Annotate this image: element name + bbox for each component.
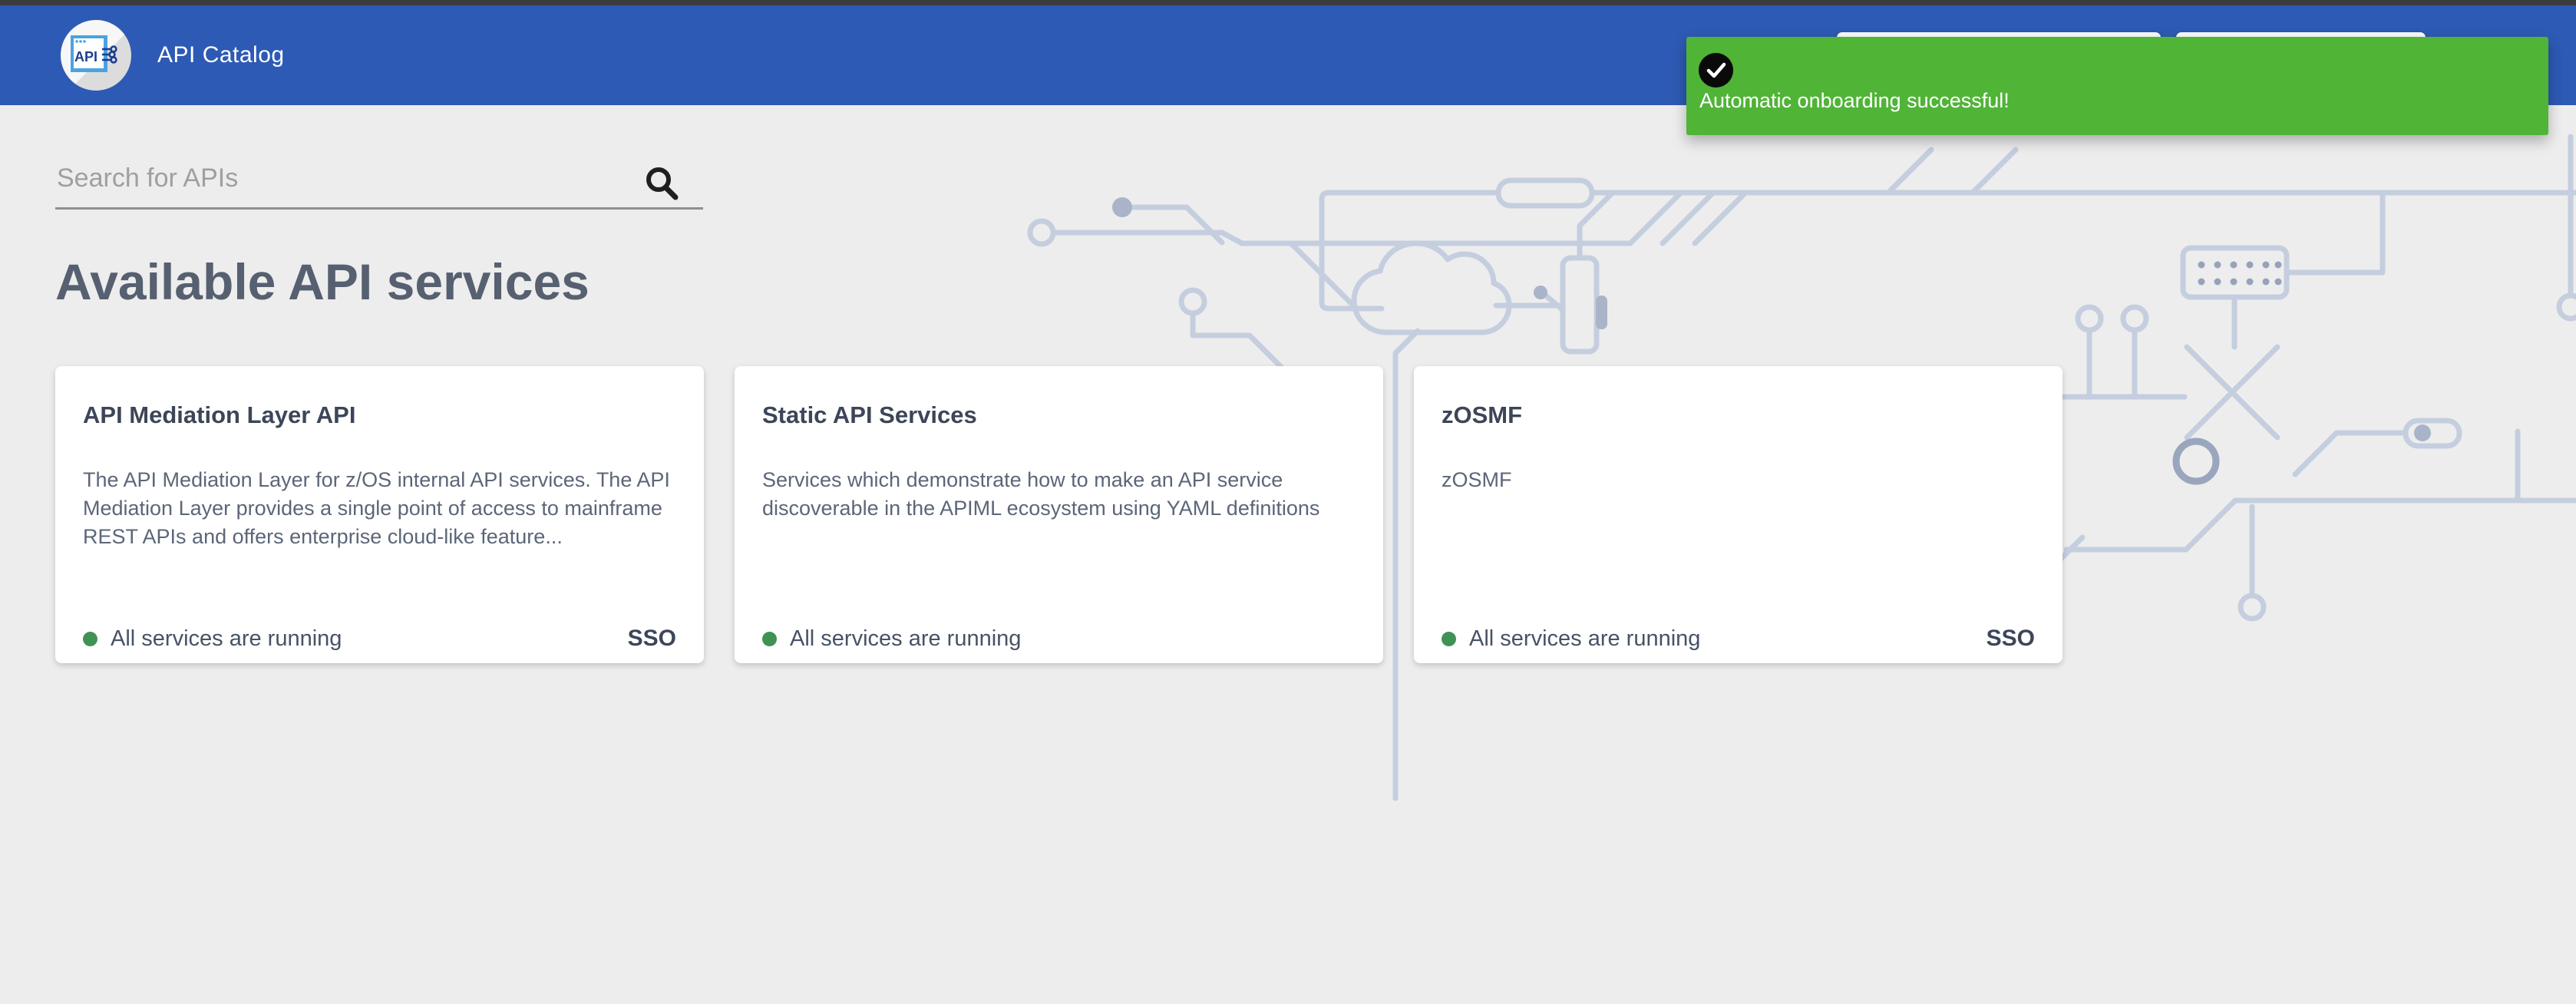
toast-message: Automatic onboarding successful! [1699,89,2010,112]
status-ok-dot [762,631,777,646]
api-catalog-logo: API [61,20,131,91]
search-input[interactable] [55,159,703,210]
search-icon[interactable] [642,163,682,203]
service-card-static-api-services[interactable]: Static API Services Services which demon… [735,366,1383,663]
service-card-zosmf[interactable]: zOSMF zOSMF All services are running SSO [1414,366,2062,663]
status-ok-dot [1442,631,1456,646]
card-title: Static API Services [762,401,977,428]
card-footer: All services are running [762,623,1356,654]
status-text: All services are running [111,626,342,651]
card-description: The API Mediation Layer for z/OS interna… [83,468,670,548]
sso-badge: SSO [1986,626,2035,651]
card-footer: All services are running SSO [83,623,676,654]
api-window-icon: API [71,35,117,72]
window-top-strip [0,0,2576,5]
service-card-api-mediation-layer[interactable]: API Mediation Layer API The API Mediatio… [55,366,704,663]
card-description: zOSMF [1442,468,1512,491]
search-field [55,159,703,210]
app-title: API Catalog [157,42,285,68]
page-title: Available API services [55,253,590,310]
service-cards-row: API Mediation Layer API The API Mediatio… [55,366,2576,663]
card-title: API Mediation Layer API [83,401,356,428]
card-footer: All services are running SSO [1442,623,2035,654]
status-ok-dot [83,631,97,646]
success-toast: Automatic onboarding successful! [1686,37,2548,135]
status-text: All services are running [790,626,1022,651]
check-circle-icon [1699,53,1733,88]
main-content: Available API services API Mediation Lay… [0,159,2576,663]
sso-badge: SSO [627,626,676,651]
card-description: Services which demonstrate how to make a… [762,468,1320,520]
svg-text:API: API [74,49,97,64]
card-title: zOSMF [1442,401,1523,428]
status-text: All services are running [1469,626,1701,651]
